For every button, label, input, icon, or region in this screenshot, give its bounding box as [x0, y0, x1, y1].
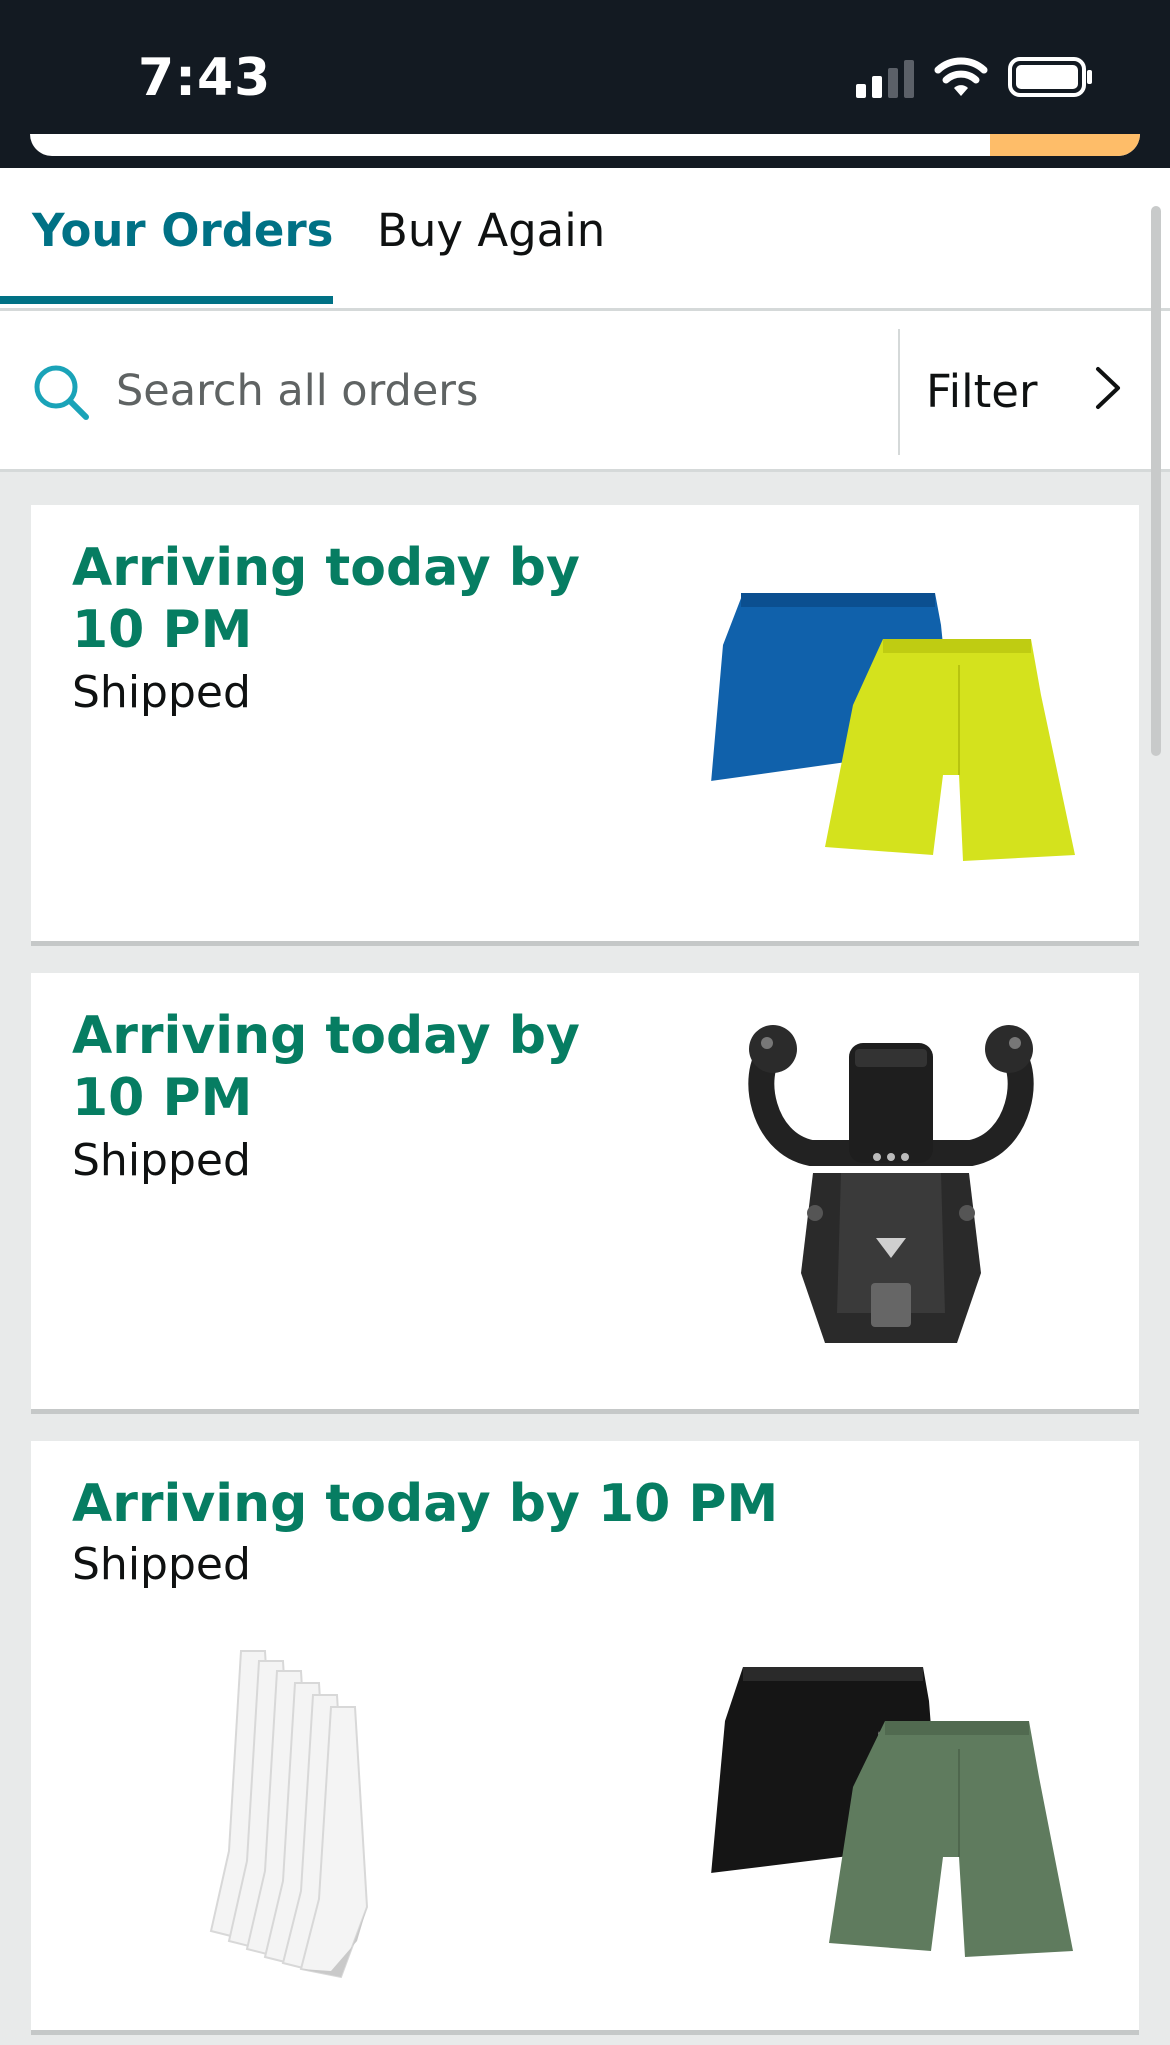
cellular-signal-icon: [856, 60, 914, 98]
search-orders-input[interactable]: [114, 355, 878, 427]
orders-page: 7:43 Your Orders Buy Again Search all or…: [0, 0, 1170, 2045]
white-socks-pack-image[interactable]: [181, 1641, 451, 1981]
shorts-blue-and-lime-image[interactable]: [703, 585, 1083, 865]
tab-buy-again[interactable]: Buy Again: [377, 204, 605, 257]
shipment-status: Shipped: [72, 1135, 251, 1186]
order-card[interactable]: Arriving today by 10 PM Shipped: [31, 1441, 1139, 2035]
status-time: 7:43: [138, 48, 272, 108]
battery-icon: [1008, 57, 1092, 97]
arrival-title-line1: Arriving today by: [72, 538, 580, 598]
flight-yoke-controller-image[interactable]: [731, 1023, 1051, 1363]
arrival-title-line2: 10 PM: [72, 1068, 253, 1128]
wifi-icon: [934, 57, 988, 96]
arrival-title: Arriving today by 10 PM: [72, 1474, 779, 1534]
status-bar: 7:43: [0, 0, 1170, 168]
top-search-bar[interactable]: [30, 134, 1140, 156]
top-search-button[interactable]: [990, 134, 1140, 156]
active-tab-indicator: [0, 296, 333, 304]
tab-your-orders[interactable]: Your Orders: [32, 204, 333, 257]
arrival-title-line1: Arriving today by: [72, 1006, 580, 1066]
filter-label: Filter: [926, 365, 1038, 418]
shipment-status: Shipped: [72, 1539, 251, 1590]
orders-tabs: Your Orders Buy Again: [0, 168, 1170, 311]
scrollbar-thumb[interactable]: [1151, 206, 1161, 756]
order-card[interactable]: Arriving today by 10 PM Shipped: [31, 973, 1139, 1414]
search-icon: [34, 365, 89, 420]
shorts-black-and-green-image[interactable]: [703, 1661, 1083, 1961]
order-card[interactable]: Arriving today by 10 PM Shipped: [31, 505, 1139, 946]
chevron-right-icon: [1096, 367, 1120, 409]
shipment-status: Shipped: [72, 667, 251, 718]
order-search-row: Filter: [0, 311, 1170, 472]
arrival-title-line2: 10 PM: [72, 600, 253, 660]
filter-button[interactable]: Filter: [900, 311, 1155, 469]
